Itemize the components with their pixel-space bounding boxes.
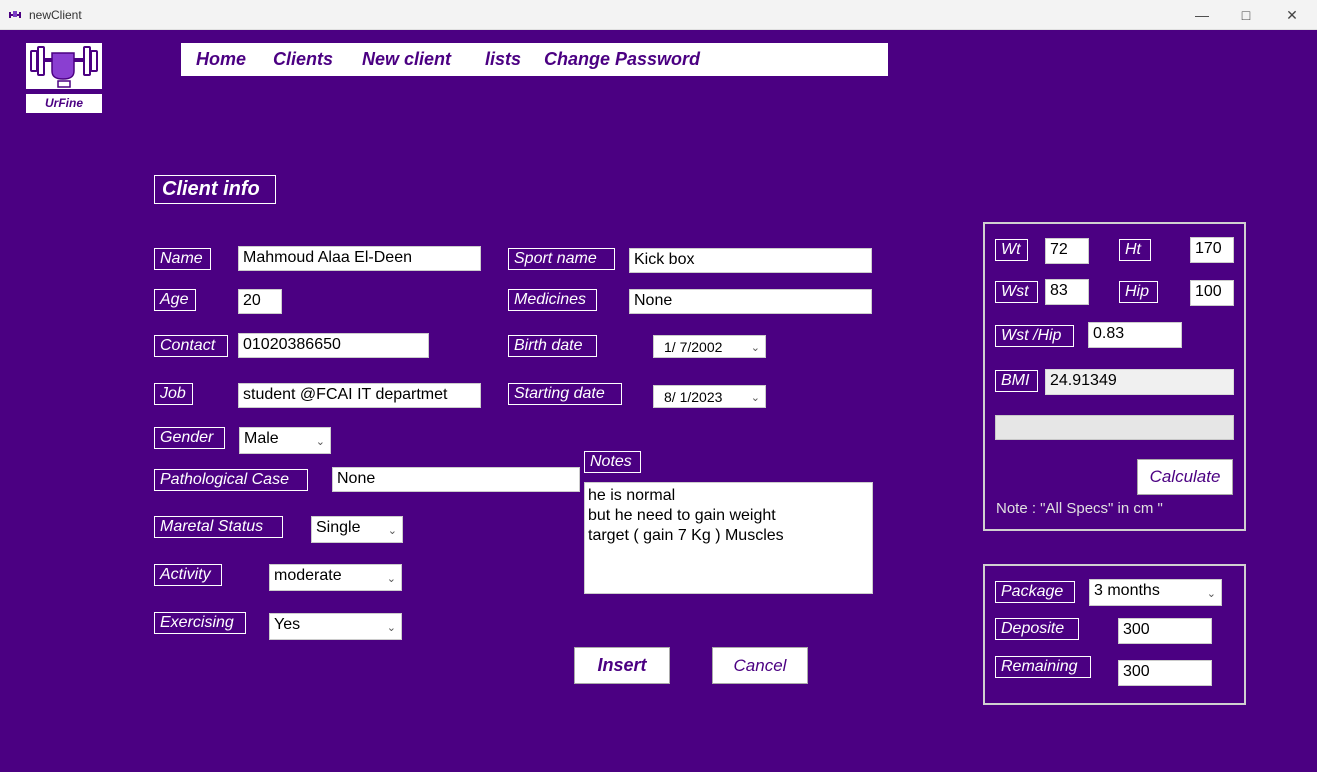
logo-label: UrFine — [26, 94, 102, 113]
notes-line: but he need to gain weight — [588, 507, 776, 524]
nav-lists[interactable]: lists — [485, 49, 521, 70]
birth-date-value: 1/ 7/2002 — [664, 339, 723, 355]
marital-select[interactable]: Single ⌄ — [311, 516, 403, 543]
exercising-label: Exercising — [154, 612, 246, 634]
package-value: 3 months — [1094, 582, 1160, 599]
wst-label: Wst — [995, 281, 1038, 303]
logo — [26, 43, 102, 89]
nav-new-client[interactable]: New client — [362, 49, 451, 70]
wst-hip-input[interactable]: 0.83 — [1088, 322, 1182, 348]
hip-label: Hip — [1119, 281, 1158, 303]
minimize-icon[interactable]: — — [1179, 0, 1225, 30]
medicines-label: Medicines — [508, 289, 597, 311]
chevron-down-icon: ⌄ — [386, 573, 396, 585]
deposite-input[interactable]: 300 — [1118, 618, 1212, 644]
wst-input[interactable]: 83 — [1045, 279, 1089, 305]
ht-label: Ht — [1119, 239, 1151, 261]
marital-value: Single — [316, 519, 361, 536]
gender-value: Male — [244, 430, 279, 447]
contact-label: Contact — [154, 335, 228, 357]
notes-line: he is normal — [588, 487, 676, 504]
bmi-output: 24.91349 — [1045, 369, 1234, 395]
age-label: Age — [154, 289, 196, 311]
sport-input[interactable]: Kick box — [629, 248, 872, 273]
activity-select[interactable]: moderate ⌄ — [269, 564, 402, 591]
wt-label: Wt — [995, 239, 1028, 261]
marital-label: Maretal Status — [154, 516, 283, 538]
notes-line: target ( gain 7 Kg ) Muscles — [588, 527, 784, 544]
contact-input[interactable]: 01020386650 — [238, 333, 429, 358]
title-bar: newClient — □ ✕ — [0, 0, 1317, 30]
nav-change-password[interactable]: Change Password — [544, 49, 700, 70]
sport-label: Sport name — [508, 248, 615, 270]
activity-value: moderate — [274, 567, 342, 584]
chevron-down-icon: ⌄ — [1206, 588, 1216, 600]
chevron-down-icon: ⌄ — [315, 436, 325, 448]
insert-button[interactable]: Insert — [574, 647, 670, 684]
wt-input[interactable]: 72 — [1045, 238, 1089, 264]
job-input[interactable]: student @FCAI IT departmet — [238, 383, 481, 408]
gender-select[interactable]: Male ⌄ — [239, 427, 331, 454]
exercising-select[interactable]: Yes ⌄ — [269, 613, 402, 640]
bmi-status-bar — [995, 415, 1234, 440]
package-label: Package — [995, 581, 1075, 603]
cancel-button[interactable]: Cancel — [712, 647, 808, 684]
pathological-label: Pathological Case — [154, 469, 308, 491]
start-date-value: 8/ 1/2023 — [664, 389, 723, 405]
notes-label: Notes — [584, 451, 641, 473]
birth-date-picker[interactable]: 1/ 7/2002 ⌄ — [653, 335, 766, 358]
remaining-input[interactable]: 300 — [1118, 660, 1212, 686]
activity-label: Activity — [154, 564, 222, 586]
medicines-input[interactable]: None — [629, 289, 872, 314]
pathological-input[interactable]: None — [332, 467, 580, 492]
name-label: Name — [154, 248, 211, 270]
exercising-value: Yes — [274, 616, 301, 633]
wst-hip-label: Wst /Hip — [995, 325, 1074, 347]
hip-input[interactable]: 100 — [1190, 280, 1234, 306]
chevron-down-icon: ⌄ — [750, 342, 760, 354]
section-title: Client info — [154, 175, 276, 204]
notes-textarea[interactable]: he is normal but he need to gain weight … — [584, 482, 873, 594]
app-icon — [9, 11, 21, 18]
nav-clients[interactable]: Clients — [273, 49, 333, 70]
remaining-label: Remaining — [995, 656, 1091, 678]
deposite-label: Deposite — [995, 618, 1079, 640]
bmi-label: BMI — [995, 370, 1038, 392]
package-select[interactable]: 3 months ⌄ — [1089, 579, 1222, 606]
chevron-down-icon: ⌄ — [387, 525, 397, 537]
nav-home[interactable]: Home — [196, 49, 246, 70]
chevron-down-icon: ⌄ — [750, 392, 760, 404]
chevron-down-icon: ⌄ — [386, 622, 396, 634]
age-input[interactable]: 20 — [238, 289, 282, 314]
window-title: newClient — [29, 8, 82, 22]
job-label: Job — [154, 383, 193, 405]
specs-note: Note : "All Specs" in cm " — [996, 500, 1163, 517]
maximize-icon[interactable]: □ — [1223, 0, 1269, 30]
ht-input[interactable]: 170 — [1190, 237, 1234, 263]
start-date-label: Starting date — [508, 383, 622, 405]
start-date-picker[interactable]: 8/ 1/2023 ⌄ — [653, 385, 766, 408]
birth-date-label: Birth date — [508, 335, 597, 357]
calculate-button[interactable]: Calculate — [1137, 459, 1233, 495]
dumbbell-fist-icon — [30, 46, 98, 88]
gender-label: Gender — [154, 427, 225, 449]
close-icon[interactable]: ✕ — [1269, 0, 1315, 30]
nav-bar: Home Clients New client lists Change Pas… — [181, 43, 888, 76]
name-input[interactable]: Mahmoud Alaa El-Deen — [238, 246, 481, 271]
